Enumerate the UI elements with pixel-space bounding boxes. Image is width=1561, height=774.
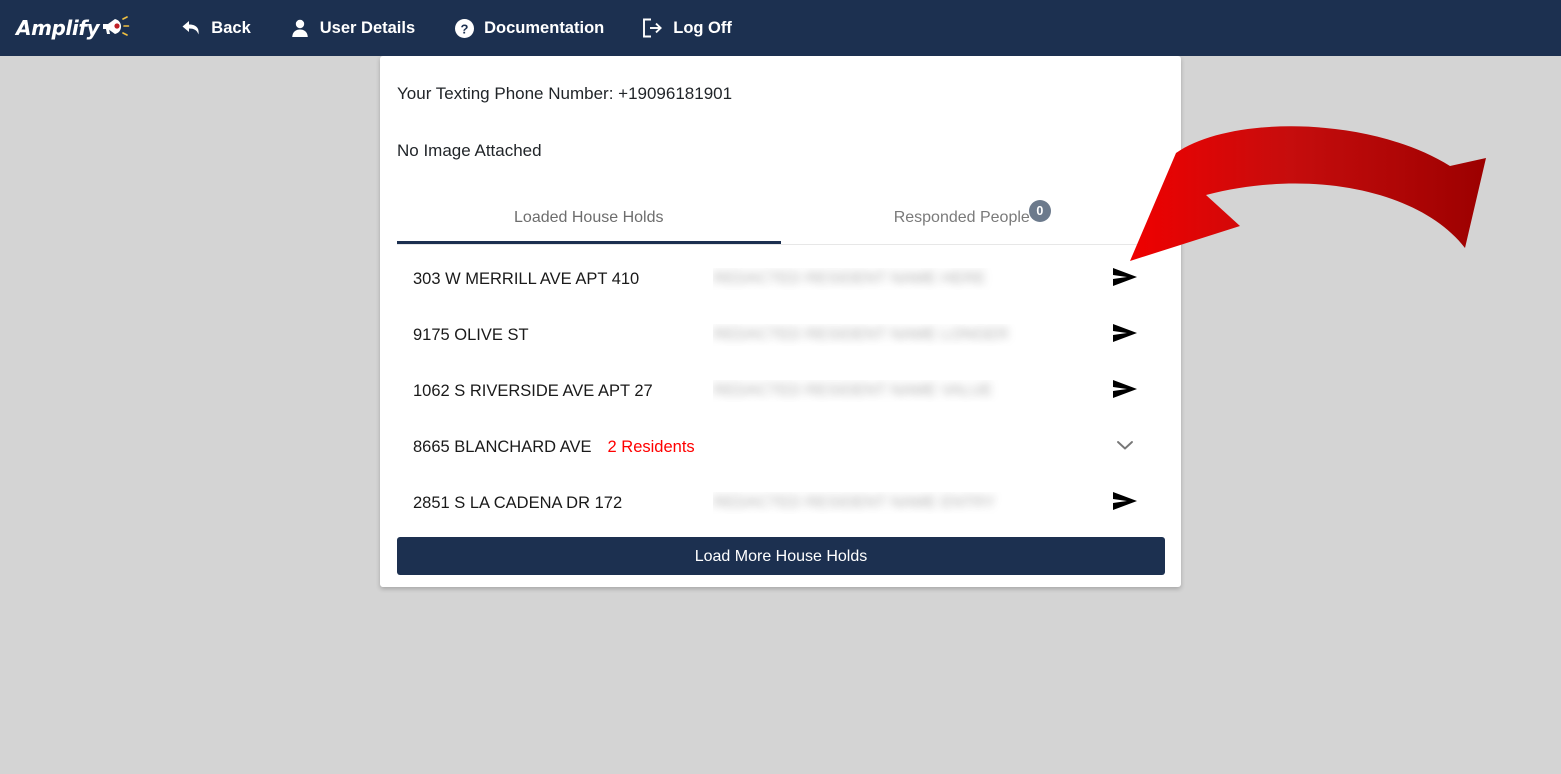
table-row[interactable]: 1062 S RIVERSIDE AVE APT 27 REDACTED RES… [397,363,1164,419]
redacted-name-text: REDACTED RESIDENT NAME HERE [713,270,986,287]
send-icon [1111,378,1139,405]
nav-back-button[interactable]: Back [180,17,251,39]
top-navbar: Amplify Back User Details ? Documentatio… [0,0,1561,56]
texting-phone-number: Your Texting Phone Number: +19096181901 [397,84,733,103]
household-address: 303 W MERRILL AVE APT 410 [413,269,640,288]
send-message-button[interactable] [1090,378,1160,405]
responded-people-count-badge: 0 [1028,200,1051,222]
household-address: 9175 OLIVE ST [413,325,529,344]
table-row[interactable]: 2851 S LA CADENA DR 172 REDACTED RESIDEN… [397,475,1164,531]
svg-text:?: ? [460,21,468,36]
sign-out-icon [642,17,664,39]
load-more-house-holds-button[interactable]: Load More House Holds [397,537,1165,575]
send-icon [1111,266,1139,293]
nav-log-off-label: Log Off [673,18,732,37]
nav-documentation-label: Documentation [484,18,605,37]
redacted-name-text: REDACTED RESIDENT NAME VALUE [713,382,993,399]
chevron-down-icon [1115,438,1135,457]
back-arrow-icon [180,17,202,39]
nav-user-details-button[interactable]: User Details [289,17,415,39]
tab-loaded-house-holds-label: Loaded House Holds [514,209,664,226]
panel-tabs: Loaded House Holds Responded People 0 [397,195,1164,245]
question-circle-icon: ? [453,17,475,39]
megaphone-icon [100,15,130,42]
redacted-name-text: REDACTED RESIDENT NAME LONGER [713,326,1009,343]
table-row[interactable]: 8665 BLANCHARD AVE 2 Residents [397,419,1164,475]
tab-loaded-house-holds[interactable]: Loaded House Holds [397,195,781,244]
household-address: 1062 S RIVERSIDE AVE APT 27 [413,381,653,400]
send-message-button[interactable] [1090,322,1160,349]
household-resident-name [695,436,1090,458]
household-resident-name: REDACTED RESIDENT NAME HERE [713,268,1090,290]
household-address: 8665 BLANCHARD AVE [413,437,592,456]
household-resident-name: REDACTED RESIDENT NAME VALUE [713,380,1090,402]
send-icon [1111,490,1139,517]
household-list: 303 W MERRILL AVE APT 410 REDACTED RESID… [397,245,1164,531]
app-logo-text: Amplify [16,16,100,40]
resident-count-label: 2 Residents [607,437,695,456]
tab-responded-people-label: Responded People [893,209,1030,226]
household-resident-name: REDACTED RESIDENT NAME LONGER [713,324,1090,346]
table-row[interactable]: 9175 OLIVE ST REDACTED RESIDENT NAME LON… [397,307,1164,363]
nav-log-off-button[interactable]: Log Off [642,17,732,39]
redacted-name-text: REDACTED RESIDENT NAME ENTRY [713,494,996,511]
nav-documentation-button[interactable]: ? Documentation [453,17,604,39]
app-logo[interactable]: Amplify [12,13,134,44]
send-icon [1111,322,1139,349]
expand-residents-button[interactable] [1090,438,1160,457]
tab-responded-people[interactable]: Responded People 0 [781,195,1165,244]
send-message-button[interactable] [1090,490,1160,517]
user-icon [289,17,311,39]
household-address-group: 8665 BLANCHARD AVE 2 Residents [413,438,695,457]
image-attachment-status: No Image Attached [397,140,542,160]
nav-back-label: Back [211,18,251,37]
household-panel: Your Texting Phone Number: +19096181901 … [380,56,1181,587]
household-resident-name: REDACTED RESIDENT NAME ENTRY [713,492,1090,514]
household-address: 2851 S LA CADENA DR 172 [413,493,623,512]
nav-user-details-label: User Details [319,18,416,37]
table-row[interactable]: 303 W MERRILL AVE APT 410 REDACTED RESID… [397,251,1164,307]
send-message-button[interactable] [1090,266,1160,293]
